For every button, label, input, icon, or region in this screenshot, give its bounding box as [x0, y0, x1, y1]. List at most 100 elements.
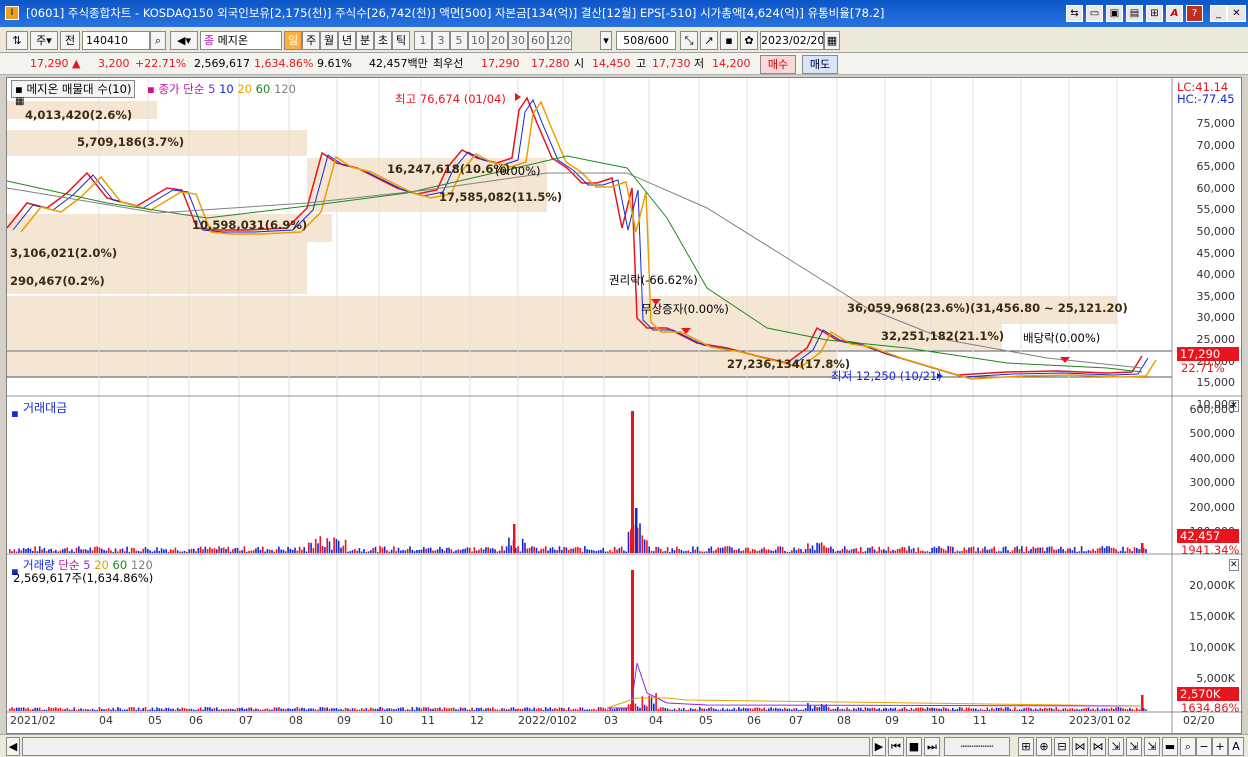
amount-bar: [1080, 546, 1083, 553]
box-tool-icon[interactable]: ⇲: [1144, 737, 1160, 756]
volume-bar: [160, 708, 163, 711]
settings-gear-icon[interactable]: ✿: [740, 31, 758, 50]
sell-button[interactable]: 매도: [802, 55, 838, 74]
minimize-button[interactable]: _: [1210, 5, 1227, 22]
volume-bar: [494, 709, 496, 711]
chart-menu-icon[interactable]: ⇅: [6, 31, 28, 50]
speaker-icon[interactable]: ◀▾: [170, 31, 198, 50]
amount-bar: [823, 545, 825, 553]
minute-20[interactable]: 20: [488, 31, 508, 50]
period-2[interactable]: 월: [320, 31, 338, 50]
minute-3[interactable]: 3: [432, 31, 450, 50]
stop-icon[interactable]: ■: [906, 737, 922, 756]
volume-bar: [903, 707, 906, 711]
minute-120[interactable]: 120: [548, 31, 572, 50]
zoom-tool-icon[interactable]: ⤡: [680, 31, 698, 50]
magnify-icon[interactable]: ⌕: [1180, 737, 1196, 756]
volume-bar: [595, 709, 598, 711]
amount-bar: [657, 547, 660, 553]
layout-icon[interactable]: ▣: [1106, 5, 1123, 22]
volume-bar: [75, 709, 78, 711]
minute-10[interactable]: 10: [468, 31, 488, 50]
pane1-legend[interactable]: ▪ 메지온 매물대 수(10): [11, 80, 136, 98]
horizontal-scrollbar[interactable]: [22, 737, 870, 756]
minimize-panel-icon[interactable]: ▭: [1086, 5, 1103, 22]
zoom-slider[interactable]: ┄┄┄┄┄: [944, 737, 1010, 756]
amount-bar: [903, 547, 906, 553]
amount-bar: [650, 550, 653, 553]
stock-code-input[interactable]: 140410: [82, 31, 150, 50]
volume-bar: [544, 707, 547, 711]
link-icon[interactable]: ⇆: [1066, 5, 1083, 22]
font-size-icon[interactable]: A: [1228, 737, 1244, 756]
minute-30[interactable]: 30: [508, 31, 528, 50]
amount-bar: [349, 551, 351, 553]
period-1[interactable]: 주: [302, 31, 320, 50]
crosshair-icon[interactable]: ⊕: [1036, 737, 1052, 756]
amount-bar: [526, 548, 529, 553]
font-icon[interactable]: A: [1166, 5, 1183, 22]
count-field[interactable]: 508/600: [616, 31, 676, 50]
bonus-annotation: 무상증자(0.00%): [641, 302, 729, 316]
amount-bar: [784, 550, 786, 553]
volume-bar: [887, 708, 890, 711]
amount-bar: [160, 548, 163, 553]
volume-bar: [1106, 708, 1108, 711]
buy-button[interactable]: 매수: [760, 55, 796, 74]
pin-icon[interactable]: ⊞: [1146, 5, 1163, 22]
stock-name-field[interactable]: 종 메지온: [200, 31, 282, 50]
date-field[interactable]: 2023/02/20: [760, 31, 824, 50]
period-6[interactable]: 틱: [392, 31, 410, 50]
volume-bar: [301, 707, 303, 711]
text-tool-icon[interactable]: ⋈: [1090, 737, 1106, 756]
count-spin-icon[interactable]: ▾: [600, 31, 612, 50]
amount-bar: [517, 546, 519, 553]
prev-button[interactable]: 전: [60, 31, 80, 50]
amount-bar: [816, 542, 818, 553]
trend-tool-icon[interactable]: ↗: [700, 31, 718, 50]
amount-bar: [1000, 551, 1002, 553]
table-icon[interactable]: ▦: [15, 96, 24, 107]
zoom-in-icon[interactable]: +: [1212, 737, 1228, 756]
last-page-icon[interactable]: ⏭: [924, 737, 940, 756]
minute-5[interactable]: 5: [450, 31, 468, 50]
period-3[interactable]: 년: [338, 31, 356, 50]
pane2-close-icon[interactable]: ✕: [1229, 400, 1239, 412]
pane3-close-icon[interactable]: ✕: [1229, 559, 1239, 571]
calendar-icon[interactable]: ▦: [824, 31, 840, 50]
amount-bar: [768, 549, 770, 553]
ruler-icon[interactable]: ⊟: [1054, 737, 1070, 756]
measure-icon[interactable]: ⋈: [1072, 737, 1088, 756]
period-0[interactable]: 일: [284, 31, 302, 50]
volume-bar: [728, 709, 731, 711]
pane2-square-icon[interactable]: ▪: [11, 406, 19, 420]
volume-bar: [609, 708, 611, 711]
chart-area[interactable]: ▪ 메지온 매물대 수(10) ▪ 종가 단순 5 10 20 60 120 ▦…: [6, 77, 1243, 735]
volume-pct-tag: 1634.86%: [1181, 701, 1240, 715]
line-tool-icon[interactable]: ⇲: [1126, 737, 1142, 756]
zoom-out-icon[interactable]: −: [1196, 737, 1212, 756]
amount-bar: [126, 546, 128, 553]
amount-bar: [1011, 550, 1014, 553]
help-icon[interactable]: ?: [1186, 5, 1203, 22]
arrow-tool-icon[interactable]: ⇲: [1108, 737, 1124, 756]
volume-bar: [1094, 709, 1097, 711]
type-select[interactable]: 주▾: [30, 31, 58, 50]
minute-60[interactable]: 60: [528, 31, 548, 50]
period-5[interactable]: 초: [374, 31, 392, 50]
volume-bar: [607, 709, 609, 711]
save-icon[interactable]: ▪: [720, 31, 738, 50]
grid-tool-icon[interactable]: ⊞: [1018, 737, 1034, 756]
period-4[interactable]: 분: [356, 31, 374, 50]
volume-bar: [850, 709, 853, 711]
scroll-right-icon[interactable]: ▶: [872, 737, 886, 756]
screen-icon[interactable]: ▤: [1126, 5, 1143, 22]
highlight-tool-icon[interactable]: ▬: [1162, 737, 1178, 756]
scroll-left-icon[interactable]: ◀: [6, 737, 20, 756]
close-button[interactable]: ✕: [1227, 5, 1246, 22]
search-icon[interactable]: ⌕: [150, 31, 166, 50]
first-page-icon[interactable]: ⏮: [888, 737, 904, 756]
volume-bar: [827, 707, 830, 711]
volume-bar: [395, 709, 397, 711]
minute-1[interactable]: 1: [414, 31, 432, 50]
